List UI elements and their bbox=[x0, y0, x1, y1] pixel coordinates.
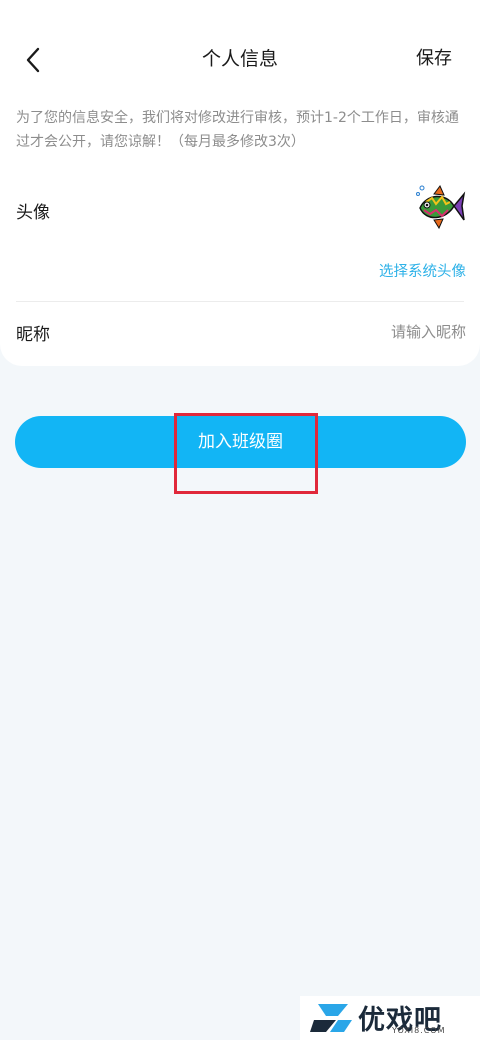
watermark-subtext: YOXI8.COM bbox=[392, 1026, 446, 1035]
avatar-label: 头像 bbox=[16, 203, 50, 223]
nickname-label: 昵称 bbox=[16, 325, 50, 345]
watermark-logo-icon bbox=[310, 1004, 352, 1032]
fish-avatar-icon bbox=[416, 185, 466, 230]
highlight-annotation-box bbox=[174, 413, 318, 494]
review-notice: 为了您的信息安全，我们将对修改进行审核，预计1-2个工作日，审核通过才会公开，请… bbox=[16, 110, 459, 150]
save-button[interactable]: 保存 bbox=[416, 44, 452, 74]
avatar[interactable] bbox=[412, 182, 466, 230]
choose-system-avatar-link[interactable]: 选择系统头像 bbox=[379, 260, 466, 281]
top-nav-bar: 个人信息 保存 bbox=[0, 0, 480, 118]
page-title: 个人信息 bbox=[201, 48, 278, 70]
divider bbox=[16, 301, 464, 302]
nickname-input[interactable] bbox=[200, 316, 466, 348]
watermark: 优戏吧 YOXI8.COM bbox=[300, 996, 480, 1040]
